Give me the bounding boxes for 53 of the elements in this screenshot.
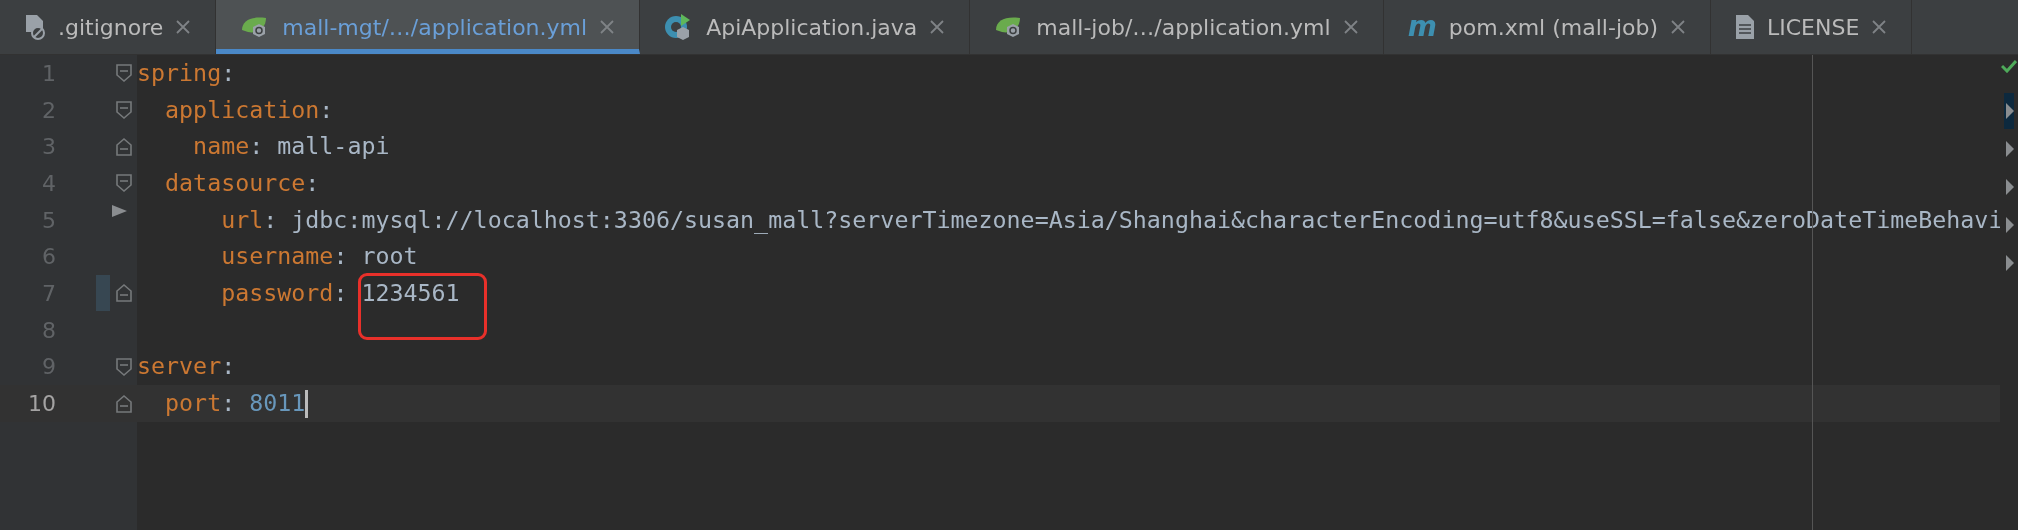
editor-tab[interactable]: LICENSE <box>1711 0 1913 54</box>
colon: : <box>221 388 236 419</box>
tab-label: ApiApplication.java <box>706 13 918 42</box>
document-icon <box>1735 14 1755 40</box>
yaml-key: name <box>137 129 250 165</box>
close-icon[interactable] <box>1670 19 1686 35</box>
close-icon[interactable] <box>1342 19 1359 35</box>
close-icon[interactable] <box>175 19 192 35</box>
colon: : <box>305 167 320 198</box>
fold-icon[interactable] <box>115 173 132 194</box>
editor-tab[interactable]: .gitignore <box>0 0 217 54</box>
tab-label: mall-job/…/application.yml <box>1036 13 1331 42</box>
yaml-value: jdbc:mysql://localhost:3306/susan_mall?serverTimezone=Asia/Shanghai&characterEncoding=utf8&useSSL=false&zeroDateTimeBehavi <box>291 204 2000 236</box>
tab-label: mall-mgt/…/application.yml <box>282 13 588 42</box>
tab-label: .gitignore <box>58 13 164 42</box>
colon: : <box>333 241 348 272</box>
yaml-key: application <box>137 92 320 128</box>
fold-end-icon[interactable] <box>115 283 132 304</box>
colon: : <box>221 57 236 88</box>
editor-tab[interactable]: ApiApplication.java <box>640 0 971 54</box>
colon: : <box>263 204 278 235</box>
yaml-key: url <box>137 202 264 238</box>
fold-icon[interactable] <box>115 63 132 84</box>
fold-icon[interactable] <box>115 100 132 121</box>
ignored-file-icon <box>24 14 46 40</box>
colon: : <box>319 94 334 125</box>
yaml-key: password <box>137 276 334 311</box>
editor-tab[interactable]: m pom.xml (mall-job) <box>1383 0 1711 54</box>
yaml-key: datasource <box>137 165 306 201</box>
fold-end-icon[interactable] <box>115 393 132 414</box>
editor-tab[interactable]: mall-mgt/…/application.yml <box>216 0 641 54</box>
yaml-value: 1234561 <box>361 276 484 337</box>
yaml-value: root <box>361 241 418 272</box>
colon: : <box>333 278 348 308</box>
colon: : <box>221 351 236 382</box>
close-icon[interactable] <box>929 19 946 35</box>
yaml-key: username <box>137 239 334 275</box>
close-icon[interactable] <box>599 19 616 35</box>
close-icon[interactable] <box>1871 19 1888 35</box>
maven-glyph: m <box>1407 13 1437 41</box>
editor-tab[interactable]: mall-job/…/application.yml <box>970 0 1384 54</box>
yaml-value: 8011 <box>249 388 306 419</box>
yaml-key: server <box>137 349 222 385</box>
tab-label: LICENSE <box>1767 13 1860 42</box>
colon: : <box>249 131 264 162</box>
fold-icon[interactable] <box>115 356 132 377</box>
line-number: 10 <box>27 390 56 419</box>
yaml-value: mall-api <box>277 131 390 162</box>
tab-label: pom.xml (mall-job) <box>1448 13 1658 42</box>
fold-end-icon[interactable] <box>115 136 132 157</box>
yaml-key: port <box>137 386 222 421</box>
yaml-key: spring <box>137 55 222 91</box>
text-cursor <box>305 389 309 418</box>
